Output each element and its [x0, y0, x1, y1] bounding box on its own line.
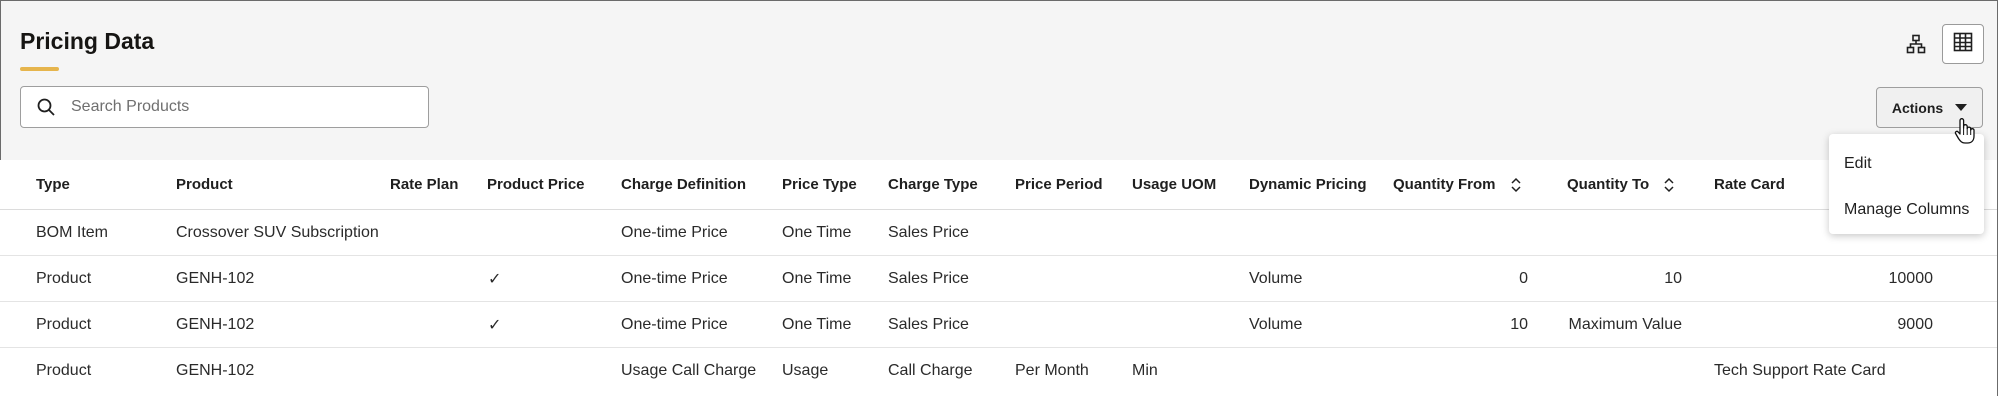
- cell-type: Product: [36, 269, 92, 287]
- pricing-table: Type Product Rate Plan Product Price Cha…: [0, 160, 1997, 396]
- cell-dynamic-pricing: Volume: [1249, 269, 1303, 287]
- cell-price: 10000: [1888, 269, 1934, 287]
- cell-charge-type: Sales Price: [888, 223, 969, 241]
- cell-price-type: Usage: [782, 362, 829, 379]
- cell-charge-definition: Usage Call Charge: [621, 362, 757, 379]
- menu-item-edit[interactable]: Edit: [1844, 155, 1872, 173]
- cell-quantity-from: 10: [1510, 315, 1528, 333]
- cell-charge-type: Call Charge: [888, 362, 973, 379]
- cell-type: BOM Item: [36, 223, 109, 241]
- table-header-row: Type Product Rate Plan Product Price Cha…: [0, 160, 1997, 210]
- product-price-check-icon: ✓: [488, 270, 502, 288]
- cell-quantity-to: Maximum Value: [1568, 315, 1682, 333]
- cell-charge-definition: One-time Price: [621, 315, 728, 333]
- hierarchy-view-button[interactable]: [1900, 30, 1932, 62]
- column-header-price-period[interactable]: Price Period: [1015, 160, 1103, 209]
- cell-charge-type: Sales Price: [888, 269, 969, 287]
- search-icon: [21, 98, 71, 116]
- column-header-type[interactable]: Type: [36, 160, 70, 209]
- cell-product: Crossover SUV Subscription: [176, 223, 379, 241]
- cell-dynamic-pricing: Volume: [1249, 315, 1303, 333]
- column-header-charge-definition[interactable]: Charge Definition: [621, 160, 746, 209]
- title-underline: [20, 67, 59, 71]
- cell-usage-uom: Min: [1132, 362, 1158, 379]
- table-row[interactable]: Product GENH-102 ✓ One-time Price One Ti…: [0, 256, 1997, 302]
- hierarchy-icon: [1906, 34, 1926, 59]
- cell-type: Product: [36, 315, 92, 333]
- cell-quantity-from: 0: [1519, 269, 1528, 287]
- quantity-from-label: Quantity From: [1393, 176, 1496, 193]
- cell-price-period: Per Month: [1015, 362, 1089, 379]
- menu-item-manage-columns[interactable]: Manage Columns: [1844, 201, 1969, 219]
- column-header-product[interactable]: Product: [176, 160, 233, 209]
- cell-price-type: One Time: [782, 315, 852, 333]
- search-products-field[interactable]: [20, 86, 429, 128]
- grid-icon: [1953, 32, 1973, 57]
- column-header-charge-type[interactable]: Charge Type: [888, 160, 978, 209]
- cell-rate-card: Tech Support Rate Card: [1714, 362, 1886, 379]
- cell-product: GENH-102: [176, 315, 255, 333]
- cell-charge-definition: One-time Price: [621, 269, 728, 287]
- cell-quantity-to: 10: [1664, 269, 1682, 287]
- column-header-price-type[interactable]: Price Type: [782, 160, 857, 209]
- cell-product: GENH-102: [176, 362, 255, 379]
- grid-view-button[interactable]: [1942, 24, 1984, 64]
- sort-icon[interactable]: [1510, 177, 1522, 193]
- search-input[interactable]: [71, 98, 411, 116]
- column-header-product-price[interactable]: Product Price: [487, 160, 585, 209]
- table-row[interactable]: BOM Item Crossover SUV Subscription One-…: [0, 210, 1997, 256]
- hand-cursor-icon: [1954, 117, 1976, 150]
- table-row[interactable]: Product GENH-102 Usage Call Charge Usage…: [0, 348, 1997, 394]
- product-price-check-icon: ✓: [488, 316, 502, 334]
- table-row[interactable]: Product GENH-102 ✓ One-time Price One Ti…: [0, 302, 1997, 348]
- column-header-quantity-from[interactable]: Quantity From: [1393, 160, 1522, 209]
- quantity-to-label: Quantity To: [1567, 176, 1650, 193]
- column-header-quantity-to[interactable]: Quantity To: [1567, 160, 1675, 209]
- cell-product: GENH-102: [176, 269, 255, 287]
- actions-label: Actions: [1891, 99, 1944, 116]
- cell-price-type: One Time: [782, 223, 852, 241]
- cell-charge-type: Sales Price: [888, 315, 969, 333]
- column-header-rate-card[interactable]: Rate Card: [1714, 160, 1785, 209]
- column-header-dynamic-pricing[interactable]: Dynamic Pricing: [1249, 160, 1367, 209]
- page-title: Pricing Data: [20, 28, 155, 54]
- cell-price-type: One Time: [782, 269, 852, 287]
- cell-price: 9000: [1897, 315, 1933, 333]
- chevron-down-icon: [1955, 104, 1968, 111]
- column-header-rate-plan[interactable]: Rate Plan: [390, 160, 458, 209]
- sort-icon[interactable]: [1663, 177, 1675, 193]
- cell-type: Product: [36, 362, 92, 379]
- column-header-usage-uom[interactable]: Usage UOM: [1132, 160, 1216, 209]
- cell-charge-definition: One-time Price: [621, 223, 728, 241]
